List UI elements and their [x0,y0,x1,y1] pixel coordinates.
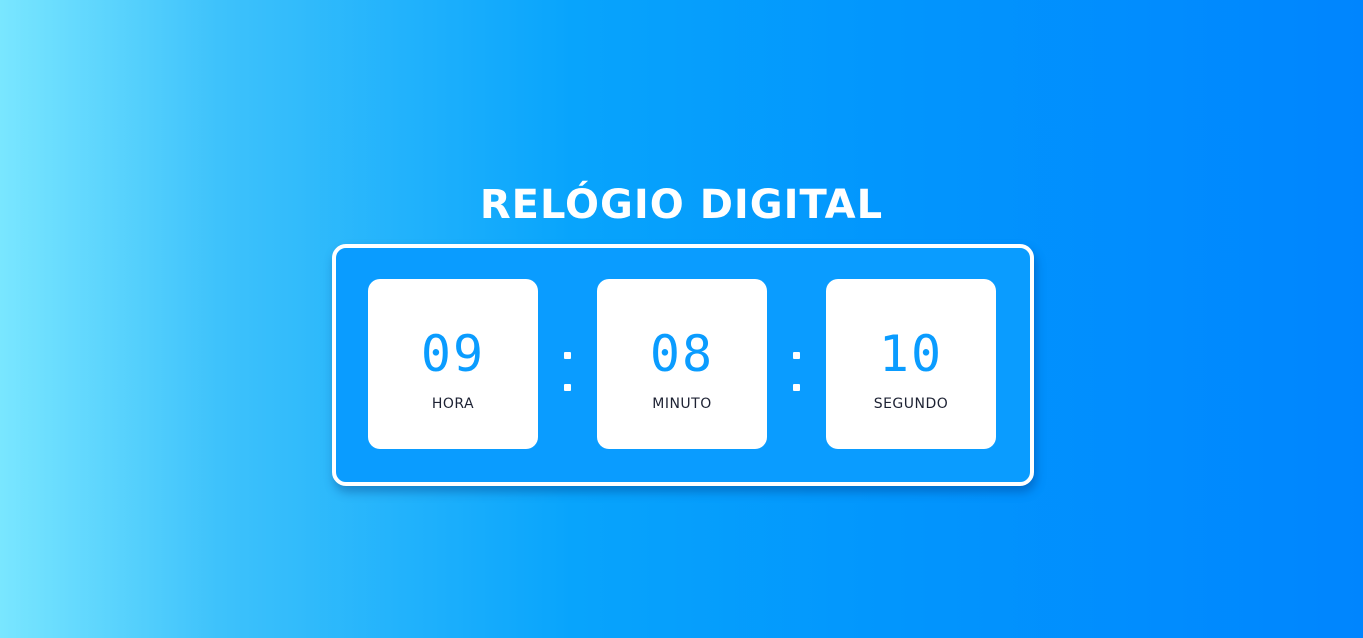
seconds-card: 10 SEGUNDO [826,279,996,449]
hours-value: 09 [420,325,486,383]
seconds-value: 10 [878,325,944,383]
colon-dot [564,352,571,359]
page-title: RELÓGIO DIGITAL [479,182,884,228]
colon-separator [791,344,801,394]
colon-separator [562,344,572,394]
colon-dot [793,384,800,391]
colon-dot [564,384,571,391]
minutes-value: 08 [649,325,715,383]
minutes-card: 08 MINUTO [597,279,767,449]
digital-clock: 09 HORA 08 MINUTO 10 SEGUNDO [332,244,1034,486]
hours-label: HORA [431,396,475,412]
hours-card: 09 HORA [368,279,538,449]
colon-dot [793,352,800,359]
seconds-label: SEGUNDO [873,396,949,412]
minutes-label: MINUTO [652,396,712,412]
